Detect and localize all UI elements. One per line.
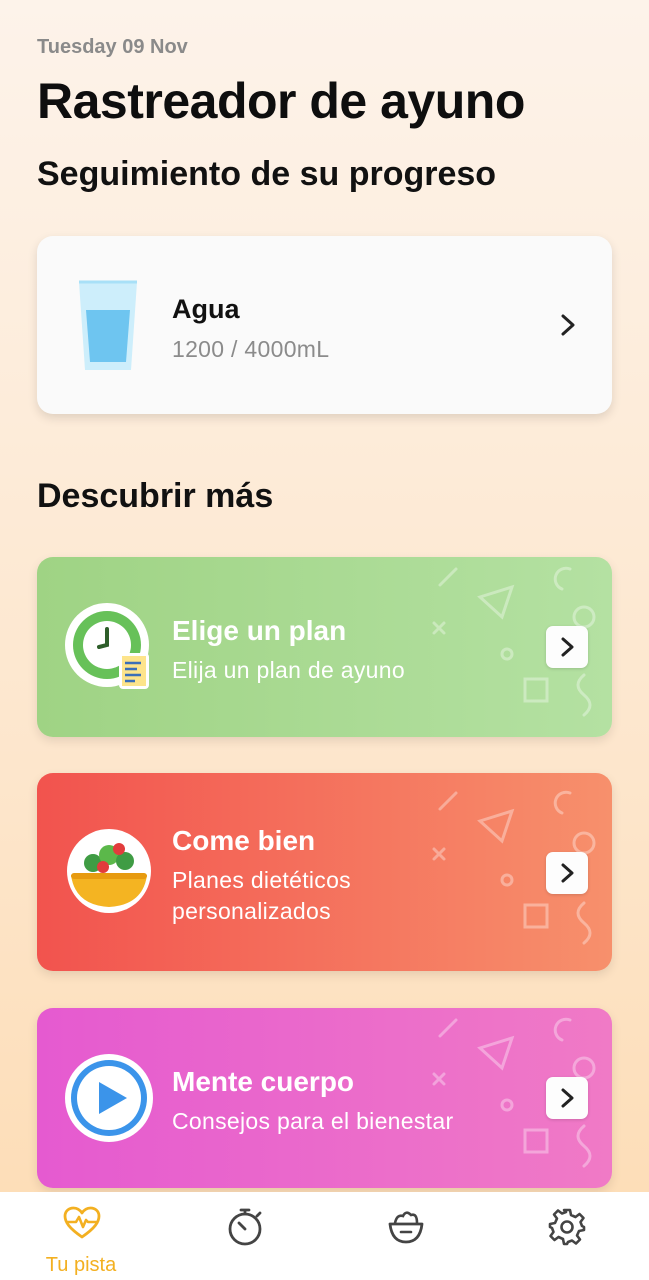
play-icon: [65, 1054, 153, 1142]
page-subtitle: Seguimiento de su progreso: [37, 155, 497, 193]
open-mind-body-button[interactable]: [546, 1077, 588, 1119]
card-choose-plan[interactable]: Elige un plan Elija un plan de ayuno: [37, 557, 612, 737]
card-eat-well[interactable]: Come bien Planes dietéticos personalizad…: [37, 773, 612, 971]
card-subtitle: Consejos para el bienestar: [172, 1108, 454, 1134]
open-diet-button[interactable]: [546, 852, 588, 894]
bottom-tab-bar: Tu pista: [0, 1192, 649, 1280]
card-subtitle: Planes dietéticos personalizados: [172, 867, 351, 924]
food-bowl-icon: [388, 1211, 424, 1244]
card-mind-body[interactable]: Mente cuerpo Consejos para el bienestar: [37, 1008, 612, 1188]
open-plan-button[interactable]: [546, 626, 588, 668]
chevron-right-icon: [561, 637, 574, 657]
water-title: Agua: [172, 294, 240, 324]
chevron-right-icon: [561, 1088, 574, 1108]
tab-settings[interactable]: [506, 1192, 626, 1280]
chevron-right-icon: [561, 314, 575, 336]
water-value: 1200 / 4000mL: [172, 336, 330, 362]
page-title: Rastreador de ayuno: [37, 73, 525, 129]
date-label: Tuesday 09 Nov: [37, 36, 188, 58]
water-glass-icon: [79, 280, 137, 370]
gear-icon: [548, 1208, 586, 1246]
salad-bowl-icon: [67, 829, 151, 913]
clock-plan-icon: [65, 603, 149, 689]
tab-label: Tu pista: [45, 1254, 117, 1276]
water-card[interactable]: Agua 1200 / 4000mL: [37, 236, 612, 414]
card-subtitle: Elija un plan de ayuno: [172, 657, 405, 683]
heart-pulse-icon: [63, 1206, 101, 1239]
card-title: Elige un plan: [172, 615, 347, 646]
section-heading: Descubrir más: [37, 477, 274, 515]
card-title: Mente cuerpo: [172, 1066, 355, 1097]
chevron-right-icon: [561, 863, 574, 883]
tab-meals[interactable]: [345, 1192, 465, 1280]
tab-track[interactable]: Tu pista: [21, 1192, 141, 1280]
tab-timer[interactable]: [184, 1192, 304, 1280]
stopwatch-icon: [228, 1208, 262, 1246]
card-title: Come bien: [172, 825, 316, 856]
